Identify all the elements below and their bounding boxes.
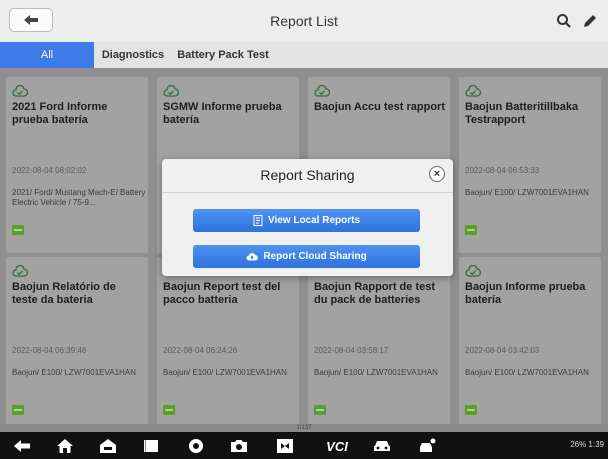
report-vehicle: Baojun/ E100/ LZW7001EVA1HAN	[163, 368, 287, 377]
report-title: Baojun Relatório de teste da bateria	[12, 281, 116, 306]
dialog-title: Report Sharing	[260, 167, 355, 183]
report-title: Baojun Accu test rapport	[314, 101, 445, 113]
report-vehicle: Baojun/ E100/ LZW7001EVA1HAN	[465, 188, 589, 197]
report-card[interactable]: Baojun Informe prueba batería 2022-08-04…	[459, 257, 601, 433]
report-title: Baojun Batteritillbaka Testrapport	[465, 101, 579, 126]
report-title: Baojun Report test del pacco batteria	[163, 281, 281, 306]
battery-icon	[163, 405, 175, 415]
report-vehicle: Baojun/ E100/ LZW7001EVA1HAN	[12, 368, 136, 377]
report-title: Baojun Informe prueba batería	[465, 281, 586, 306]
status-bar: 26% 1:39	[570, 440, 604, 449]
report-date: 2022-08-04 08:02:02	[12, 166, 87, 175]
remote-expert-icon[interactable]	[417, 436, 437, 456]
page-indicator: 1/137	[0, 424, 608, 432]
tab-diagnostics[interactable]: Diagnostics	[94, 42, 172, 68]
tab-battery-pack-test[interactable]: Battery Pack Test	[172, 42, 274, 68]
cloud-check-icon	[465, 265, 481, 277]
report-vehicle: Baojun/ E100/ LZW7001EVA1HAN	[314, 368, 438, 377]
dialog-divider	[162, 192, 453, 193]
cloud-check-icon	[12, 85, 28, 97]
report-sharing-dialog: Report Sharing × View Local Reports Repo…	[162, 159, 453, 276]
battery-icon	[12, 405, 24, 415]
camera-icon[interactable]	[229, 436, 249, 456]
tab-all[interactable]: All	[0, 42, 94, 68]
report-date: 2022-08-04 03:58:17	[314, 346, 389, 355]
report-vehicle: 2021/ Ford/ Mustang Mach-E/ Battery Elec…	[12, 188, 146, 207]
vci-label: VCI	[326, 438, 348, 454]
report-date: 2022-08-04 06:39:48	[12, 346, 87, 355]
report-date: 2022-08-04 06:24:26	[163, 346, 238, 355]
report-card[interactable]: Baojun Rapport de test du pack de batter…	[308, 257, 450, 433]
back-icon[interactable]	[12, 436, 32, 456]
home-icon[interactable]	[55, 436, 75, 456]
car-home-icon[interactable]	[98, 436, 118, 456]
report-card[interactable]: Baojun Relatório de teste da bateria 202…	[6, 257, 148, 433]
report-title: Baojun Rapport de test du pack de batter…	[314, 281, 436, 306]
report-card[interactable]: Baojun Report test del pacco batteria 20…	[157, 257, 299, 433]
recent-apps-icon[interactable]	[141, 436, 161, 456]
battery-icon	[12, 225, 24, 235]
pencil-icon[interactable]	[582, 13, 598, 29]
chrome-icon[interactable]	[186, 436, 206, 456]
report-icon	[253, 215, 263, 226]
car-icon[interactable]	[372, 436, 392, 456]
report-list-screen: Report List All Diagnostics Battery Pack…	[0, 0, 608, 459]
battery-icon	[465, 225, 477, 235]
page-title: Report List	[270, 13, 338, 29]
report-date: 2022-08-04 03:42:03	[465, 346, 540, 355]
cloud-check-icon	[465, 85, 481, 97]
report-title: 2021 Ford Informe prueba batería	[12, 101, 108, 126]
report-title: SGMW Informe prueba batería	[163, 101, 282, 126]
cloud-check-icon	[314, 85, 330, 97]
cloud-check-icon	[163, 85, 179, 97]
report-card[interactable]: 2021 Ford Informe prueba batería 2022-08…	[6, 77, 148, 253]
battery-icon	[465, 405, 477, 415]
close-icon[interactable]: ×	[429, 166, 445, 182]
system-navbar: VCI 26% 1:39	[0, 432, 608, 459]
cloud-upload-icon	[246, 253, 259, 261]
vci-icon[interactable]: VCI	[322, 436, 352, 456]
report-vehicle: Baojun/ E100/ LZW7001EVA1HAN	[465, 368, 589, 377]
report-cloud-sharing-button[interactable]: Report Cloud Sharing	[193, 245, 420, 268]
report-card[interactable]: Baojun Batteritillbaka Testrapport 2022-…	[459, 77, 601, 253]
report-cloud-sharing-label: Report Cloud Sharing	[263, 251, 367, 262]
filter-tabs: All Diagnostics Battery Pack Test	[0, 42, 608, 68]
view-local-reports-button[interactable]: View Local Reports	[193, 209, 420, 232]
top-bar: Report List	[0, 0, 608, 42]
screenshot-icon[interactable]	[275, 436, 295, 456]
search-icon[interactable]	[556, 13, 572, 29]
report-date: 2022-08-04 06:53:33	[465, 166, 540, 175]
battery-icon	[314, 405, 326, 415]
cloud-check-icon	[12, 265, 28, 277]
view-local-reports-label: View Local Reports	[267, 215, 361, 226]
